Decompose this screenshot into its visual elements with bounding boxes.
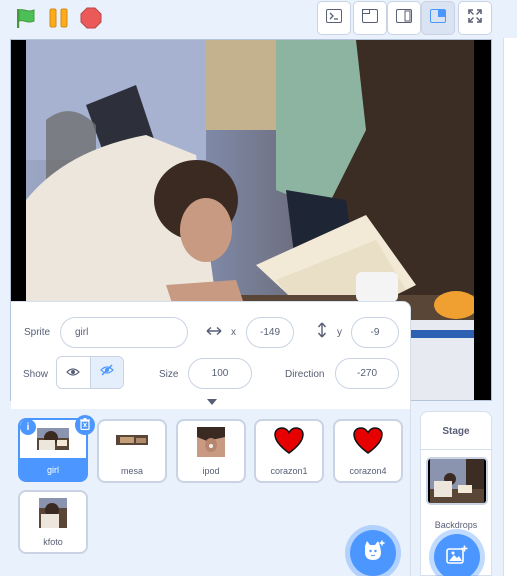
sprite-tile-ipod[interactable]: ipod (176, 419, 246, 483)
right-edge-panel (503, 38, 517, 576)
show-label: Show (23, 369, 49, 380)
small-stage-button[interactable] (353, 1, 387, 35)
info-icon[interactable]: i (20, 419, 36, 435)
heart-icon (353, 427, 383, 454)
sprite-tile-mesa[interactable]: mesa (97, 419, 167, 483)
collapse-caret-icon[interactable] (207, 399, 217, 405)
stage-selector[interactable]: Stage Backdrops (420, 411, 492, 576)
size-label: Size (159, 369, 179, 380)
fullscreen-icon (468, 8, 482, 28)
sprite-tile-corazon1[interactable]: corazon1 (254, 419, 324, 483)
divider (421, 449, 491, 450)
direction-input[interactable]: -270 (335, 358, 399, 389)
y-arrows-icon (316, 322, 328, 343)
sprite-name: corazon1 (270, 466, 308, 476)
x-label: x (231, 327, 236, 338)
delete-sprite-button[interactable] (75, 415, 95, 435)
sprite-tile-corazon4[interactable]: corazon4 (333, 419, 403, 483)
show-visible-button[interactable] (57, 357, 90, 388)
x-arrows-icon (206, 324, 222, 342)
medium-stage-button[interactable] (387, 1, 421, 35)
stage-thumbnail[interactable] (426, 457, 488, 505)
sprite-thumb-kfoto (39, 498, 67, 528)
sprite-name: girl (46, 465, 59, 475)
sprite-label: Sprite (24, 327, 51, 338)
sprite-name: mesa (120, 466, 143, 476)
turbo-console-button[interactable] (317, 1, 351, 35)
sprite-thumb-ipod (197, 427, 225, 457)
sprite-name-input[interactable]: girl (60, 317, 188, 348)
pause-icon[interactable] (47, 6, 71, 30)
size-input[interactable]: 100 (188, 358, 252, 389)
trash-icon (80, 417, 90, 433)
green-flag-icon[interactable] (13, 6, 37, 30)
eye-slash-icon (99, 363, 115, 382)
backdrops-label: Backdrops (434, 520, 478, 530)
stage-header (0, 0, 517, 38)
sprite-name: corazon4 (349, 466, 387, 476)
small-stage-icon (362, 8, 378, 28)
large-stage-button[interactable] (421, 1, 455, 35)
cat-plus-icon (361, 540, 385, 567)
add-sprite-button[interactable] (350, 530, 396, 576)
y-input[interactable]: -9 (351, 317, 399, 348)
large-stage-icon (430, 8, 446, 28)
sprite-name: kfoto (43, 537, 63, 547)
sprite-tile-kfoto[interactable]: kfoto (18, 490, 88, 554)
sprite-thumb-mesa (116, 435, 148, 445)
stop-icon[interactable] (79, 6, 103, 30)
console-icon (326, 8, 342, 28)
heart-icon (274, 427, 304, 454)
show-toggle-group (56, 356, 124, 389)
x-input[interactable]: -149 (246, 317, 294, 348)
medium-stage-icon (396, 8, 412, 28)
show-hidden-button[interactable] (89, 357, 123, 388)
y-label: y (337, 327, 342, 338)
fullscreen-button[interactable] (458, 1, 492, 35)
eye-icon (66, 364, 81, 382)
sprite-name: ipod (202, 466, 220, 476)
stage-title: Stage (442, 426, 470, 437)
stage-thumb-image (428, 459, 486, 503)
sprite-info-panel: Sprite girl x -149 y -9 Show Size 100 Di… (11, 301, 411, 409)
add-backdrop-button[interactable] (434, 534, 480, 576)
image-plus-icon (446, 545, 468, 570)
direction-label: Direction (285, 369, 325, 380)
sprite-list: girl i mesa ipod corazon1 corazon4 kfoto (11, 409, 411, 576)
sprite-thumb-girl (37, 428, 69, 450)
